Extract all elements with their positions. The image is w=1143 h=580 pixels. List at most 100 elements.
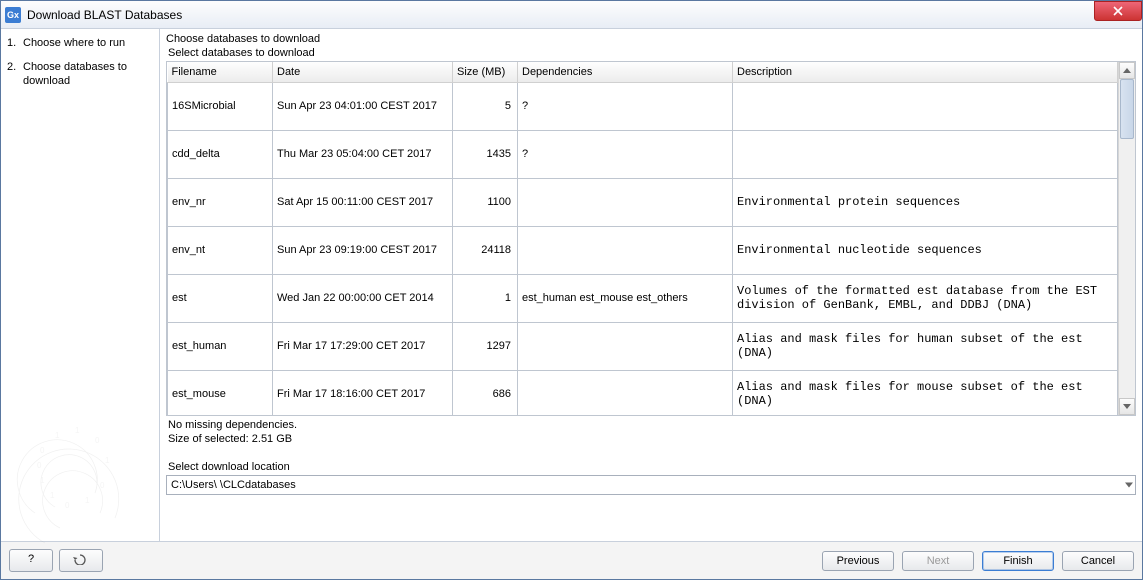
database-table: Filename Date Size (MB) Dependencies Des… xyxy=(167,62,1118,415)
missing-dependencies-label: No missing dependencies. xyxy=(168,418,1136,432)
previous-button[interactable]: Previous xyxy=(822,551,894,571)
size-of-selected-label: Size of selected: 2.51 GB xyxy=(168,432,1136,446)
table-row[interactable]: estWed Jan 22 00:00:00 CET 20141est_huma… xyxy=(168,274,1118,322)
dialog-window: Gx Download BLAST Databases 1.Choose whe… xyxy=(0,0,1143,580)
cell-size: 686 xyxy=(453,370,518,415)
column-header-date[interactable]: Date xyxy=(273,62,453,82)
column-header-filename[interactable]: Filename xyxy=(168,62,273,82)
table-header-row: Filename Date Size (MB) Dependencies Des… xyxy=(168,62,1118,82)
wizard-steps-list: 1.Choose where to run 2.Choose databases… xyxy=(7,37,153,88)
cell-size: 1435 xyxy=(453,130,518,178)
reset-button[interactable] xyxy=(59,549,103,572)
table-row[interactable]: env_nrSat Apr 15 00:11:00 CEST 20171100 E… xyxy=(168,178,1118,226)
section-title: Choose databases to download xyxy=(166,33,1136,45)
undo-arrow-icon xyxy=(72,553,90,565)
cell-date: Sun Apr 23 09:19:00 CEST 2017 xyxy=(273,226,453,274)
cell-date: Fri Mar 17 18:16:00 CET 2017 xyxy=(273,370,453,415)
column-header-dependencies[interactable]: Dependencies xyxy=(518,62,733,82)
cell-size: 24118 xyxy=(453,226,518,274)
table-row[interactable]: env_ntSun Apr 23 09:19:00 CEST 201724118… xyxy=(168,226,1118,274)
cell-date: Fri Mar 17 17:29:00 CET 2017 xyxy=(273,322,453,370)
cell-filename: env_nt xyxy=(168,226,273,274)
download-location-label: Select download location xyxy=(168,461,1136,473)
cell-filename: env_nr xyxy=(168,178,273,226)
chevron-down-icon xyxy=(1123,404,1131,409)
vertical-scrollbar[interactable] xyxy=(1118,62,1135,415)
wizard-step-2[interactable]: 2.Choose databases to download xyxy=(7,61,153,89)
status-area: No missing dependencies. Size of selecte… xyxy=(168,418,1136,447)
cell-size: 1100 xyxy=(453,178,518,226)
cell-dependencies: ? xyxy=(518,130,733,178)
cell-filename: est xyxy=(168,274,273,322)
close-icon xyxy=(1113,6,1123,16)
window-title: Download BLAST Databases xyxy=(27,8,182,22)
cell-date: Sat Apr 15 00:11:00 CEST 2017 xyxy=(273,178,453,226)
svg-text:0: 0 xyxy=(40,446,45,455)
svg-text:1: 1 xyxy=(105,456,110,465)
watermark-icon: 011 010 101 10 xyxy=(5,393,155,553)
cancel-button[interactable]: Cancel xyxy=(1062,551,1134,571)
cell-filename: est_mouse xyxy=(168,370,273,415)
svg-text:0: 0 xyxy=(65,501,70,510)
cell-description: Volumes of the formatted est database fr… xyxy=(733,274,1118,322)
cell-dependencies: ? xyxy=(518,82,733,130)
cell-description: Environmental protein sequences xyxy=(733,178,1118,226)
svg-text:1: 1 xyxy=(50,491,55,500)
table-row[interactable]: 16SMicrobialSun Apr 23 04:01:00 CEST 201… xyxy=(168,82,1118,130)
table-row[interactable]: est_humanFri Mar 17 17:29:00 CET 2017129… xyxy=(168,322,1118,370)
svg-text:0: 0 xyxy=(100,481,105,490)
table-row[interactable]: cdd_deltaThu Mar 23 05:04:00 CET 2017143… xyxy=(168,130,1118,178)
column-header-size[interactable]: Size (MB) xyxy=(453,62,518,82)
chevron-down-icon xyxy=(1125,482,1133,487)
scroll-track[interactable] xyxy=(1119,79,1135,398)
app-icon: Gx xyxy=(5,7,21,23)
download-location-value: C:\Users\ \CLCdatabases xyxy=(171,479,1131,491)
svg-text:1: 1 xyxy=(40,476,45,485)
help-button[interactable]: ? xyxy=(9,549,53,572)
column-header-description[interactable]: Description xyxy=(733,62,1118,82)
cell-description xyxy=(733,130,1118,178)
combo-dropdown-icon xyxy=(1125,482,1133,487)
sub-title: Select databases to download xyxy=(168,47,1136,59)
cell-dependencies xyxy=(518,322,733,370)
cell-dependencies xyxy=(518,370,733,415)
scroll-thumb[interactable] xyxy=(1120,79,1134,139)
cell-date: Sun Apr 23 04:01:00 CEST 2017 xyxy=(273,82,453,130)
cell-size: 1 xyxy=(453,274,518,322)
cell-size: 5 xyxy=(453,82,518,130)
wizard-step-label: Choose databases to download xyxy=(23,61,153,89)
download-location-section: Select download location C:\Users\ \CLCd… xyxy=(166,461,1136,495)
scroll-up-button[interactable] xyxy=(1119,62,1135,79)
svg-text:1: 1 xyxy=(85,496,90,505)
finish-button[interactable]: Finish xyxy=(982,551,1054,571)
cell-description: Alias and mask files for mouse subset of… xyxy=(733,370,1118,415)
chevron-up-icon xyxy=(1123,68,1131,73)
cell-description: Environmental nucleotide sequences xyxy=(733,226,1118,274)
table-row[interactable]: est_mouseFri Mar 17 18:16:00 CET 2017686… xyxy=(168,370,1118,415)
wizard-step-1[interactable]: 1.Choose where to run xyxy=(7,37,153,51)
cell-filename: cdd_delta xyxy=(168,130,273,178)
next-button: Next xyxy=(902,551,974,571)
svg-text:0: 0 xyxy=(95,436,100,445)
titlebar: Gx Download BLAST Databases xyxy=(1,1,1142,29)
cell-description: Alias and mask files for human subset of… xyxy=(733,322,1118,370)
download-location-combo[interactable]: C:\Users\ \CLCdatabases xyxy=(166,475,1136,495)
cell-dependencies xyxy=(518,178,733,226)
scroll-down-button[interactable] xyxy=(1119,398,1135,415)
body: 1.Choose where to run 2.Choose databases… xyxy=(1,29,1142,541)
cell-description xyxy=(733,82,1118,130)
cell-filename: 16SMicrobial xyxy=(168,82,273,130)
close-button[interactable] xyxy=(1094,1,1142,21)
svg-text:1: 1 xyxy=(55,431,60,440)
table-body: 16SMicrobialSun Apr 23 04:01:00 CEST 201… xyxy=(168,82,1118,415)
cell-filename: est_human xyxy=(168,322,273,370)
cell-dependencies xyxy=(518,226,733,274)
main-panel: Choose databases to download Select data… xyxy=(159,29,1142,541)
cell-dependencies: est_human est_mouse est_others xyxy=(518,274,733,322)
cell-size: 1297 xyxy=(453,322,518,370)
cell-date: Thu Mar 23 05:04:00 CET 2017 xyxy=(273,130,453,178)
wizard-steps-sidebar: 1.Choose where to run 2.Choose databases… xyxy=(1,29,159,541)
svg-text:1: 1 xyxy=(75,426,80,435)
svg-text:0: 0 xyxy=(37,461,42,470)
footer: ? Previous Next Finish Cancel xyxy=(1,541,1142,579)
